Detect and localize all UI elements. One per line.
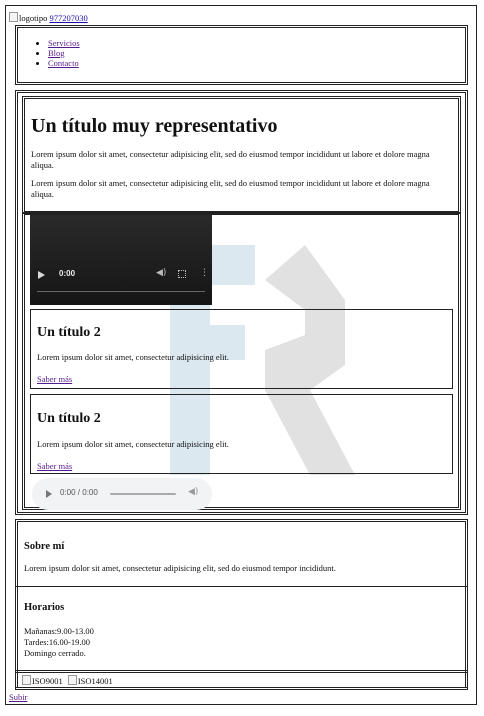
card-2	[30, 394, 453, 474]
hours-sunday: Domingo cerrado.	[24, 648, 86, 658]
nav-item-contacto: Contacto	[48, 58, 80, 68]
audio-time: 0:00 / 0:00	[60, 488, 98, 497]
about-title: Sobre mí	[24, 541, 65, 552]
audio-progress-bar[interactable]	[110, 493, 176, 495]
audio-player[interactable]: 0:00 / 0:00 ◀)	[32, 478, 212, 510]
back-to-top-link[interactable]: Subir	[9, 692, 27, 703]
play-icon[interactable]	[38, 271, 45, 279]
main-nav: Servicios Blog Contacto	[36, 38, 80, 68]
card-1-text: Lorem ipsum dolor sit amet, consectetur …	[37, 352, 229, 362]
hours-afternoon: Tardes:16.00-19.00	[24, 637, 90, 647]
intro-paragraph-2: Lorem ipsum dolor sit amet, consectetur …	[31, 178, 430, 199]
header-brand: logotipo 977207030	[9, 12, 88, 24]
play-icon[interactable]	[46, 490, 52, 498]
volume-icon[interactable]: ◀)	[188, 487, 198, 497]
hours-title: Horarios	[24, 602, 65, 613]
nav-item-blog: Blog	[48, 48, 80, 58]
iso9001-alt: ISO9001	[32, 676, 63, 686]
logo-image	[9, 12, 18, 22]
nav-link-blog[interactable]: Blog	[48, 48, 65, 58]
card-1	[30, 309, 453, 389]
cert-badges: ISO9001 ISO14001	[22, 675, 113, 687]
page-title: Un título muy representativo	[31, 115, 278, 137]
card-2-link[interactable]: Saber más	[37, 461, 72, 472]
card-2-title: Un título 2	[37, 411, 101, 426]
video-progress-bar[interactable]	[37, 291, 205, 292]
hours-morning: Mañanas:9.00-13.00	[24, 626, 94, 636]
card-1-link[interactable]: Saber más	[37, 374, 72, 385]
card-2-text: Lorem ipsum dolor sit amet, consectetur …	[37, 439, 229, 449]
iso14001-alt: ISO14001	[77, 676, 113, 686]
intro-paragraph-1: Lorem ipsum dolor sit amet, consectetur …	[31, 149, 430, 170]
about-box	[15, 521, 468, 587]
phone-link[interactable]: 977207030	[49, 13, 87, 23]
nav-link-servicios[interactable]: Servicios	[48, 38, 80, 48]
logo-alt-text: logotipo	[19, 13, 48, 23]
iso9001-image	[22, 675, 31, 685]
iso14001-image	[67, 675, 77, 685]
volume-icon[interactable]: ◀)	[156, 268, 166, 278]
card-1-title: Un título 2	[37, 325, 101, 340]
nav-box	[15, 25, 468, 85]
fullscreen-icon[interactable]	[178, 270, 186, 278]
nav-item-servicios: Servicios	[48, 38, 80, 48]
about-text: Lorem ipsum dolor sit amet, consectetur …	[24, 563, 336, 573]
more-options-icon[interactable]: ⋮	[200, 268, 209, 278]
video-time: 0:00	[59, 269, 76, 278]
video-player[interactable]: 0:00 ◀) ⋮	[30, 215, 212, 305]
nav-link-contacto[interactable]: Contacto	[48, 58, 79, 68]
